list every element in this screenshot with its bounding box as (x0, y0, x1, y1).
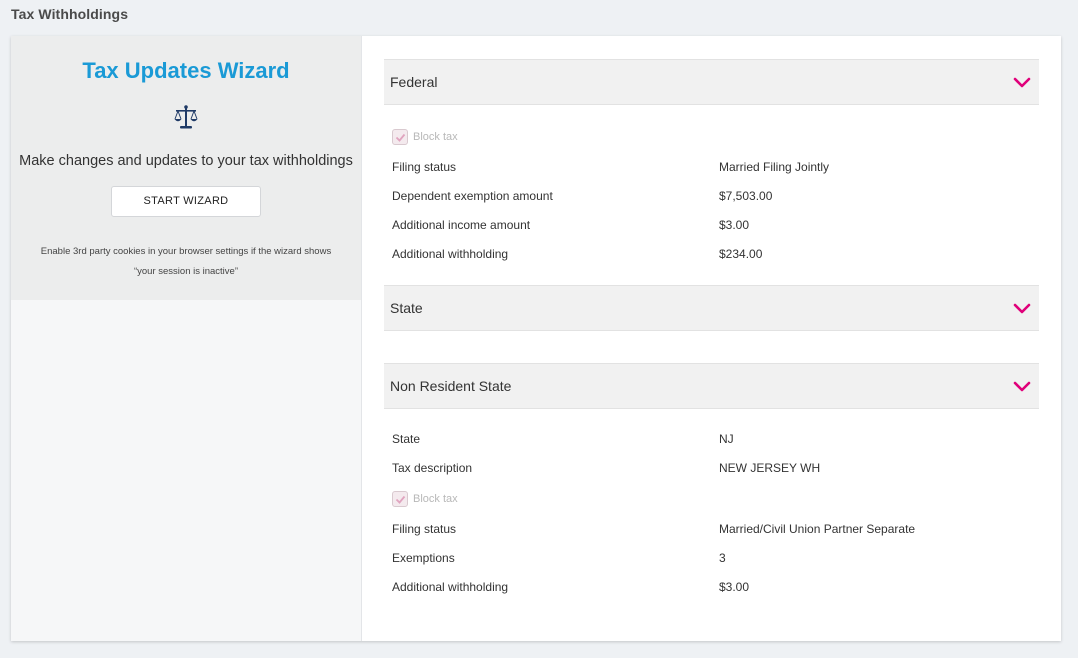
wizard-note-line2: “your session is inactive” (133, 266, 238, 277)
row-label: Dependent exemption amount (392, 189, 553, 203)
wizard-description: Make changes and updates to your tax wit… (19, 153, 353, 169)
check-icon (395, 495, 406, 504)
row-label: Exemptions (392, 551, 455, 565)
row-value: 3 (719, 551, 726, 565)
row-label: Filing status (392, 522, 457, 536)
federal-row: Dependent exemption amount $7,503.00 (392, 186, 1032, 206)
row-label: Additional withholding (392, 247, 509, 261)
federal-row: Additional withholding $234.00 (392, 244, 1032, 264)
row-label: Filing status (392, 160, 457, 174)
check-icon (395, 133, 406, 142)
row-value: $3.00 (719, 218, 750, 232)
non-resident-row: Additional withholding $3.00 (392, 577, 1032, 597)
tax-withholdings-card: Tax Updates Wizard Make changes and upda… (11, 36, 1061, 641)
left-panel: Tax Updates Wizard Make changes and upda… (11, 36, 362, 641)
federal-row: Filing status Married Filing Jointly (392, 157, 1032, 177)
row-label: Additional withholding (392, 580, 509, 594)
non-resident-state-section-title: Non Resident State (390, 378, 512, 394)
wizard-panel: Tax Updates Wizard Make changes and upda… (11, 36, 361, 300)
non-resident-row: Tax description NEW JERSEY WH (392, 458, 1032, 478)
row-value: $234.00 (719, 247, 763, 261)
block-tax-checkbox[interactable] (392, 491, 408, 507)
row-value: $3.00 (719, 580, 750, 594)
non-resident-row: Exemptions 3 (392, 548, 1032, 568)
federal-section-title: Federal (390, 74, 438, 90)
wizard-note-line1: Enable 3rd party cookies in your browser… (40, 246, 332, 257)
row-label: Additional income amount (392, 218, 531, 232)
row-label: State (392, 432, 421, 446)
wizard-title: Tax Updates Wizard (82, 58, 290, 83)
chevron-down-icon[interactable] (1013, 380, 1031, 394)
row-label: Tax description (392, 461, 473, 475)
block-tax-label: Block tax (413, 131, 458, 143)
non-resident-row: Filing status Married/Civil Union Partne… (392, 519, 1032, 539)
non-resident-row: State NJ (392, 429, 1032, 449)
row-value: NJ (719, 432, 734, 446)
federal-row: Additional income amount $3.00 (392, 215, 1032, 235)
row-value: NEW JERSEY WH (719, 461, 821, 475)
block-tax-checkbox[interactable] (392, 129, 408, 145)
page-title: Tax Withholdings (11, 6, 129, 22)
state-section-title: State (390, 300, 423, 316)
non-resident-state-section-header[interactable]: Non Resident State (384, 363, 1039, 409)
row-value: Married/Civil Union Partner Separate (719, 522, 916, 536)
row-value: $7,503.00 (719, 189, 773, 203)
chevron-down-icon[interactable] (1013, 76, 1031, 90)
start-wizard-button[interactable]: START WIZARD (111, 186, 261, 217)
chevron-down-icon[interactable] (1013, 302, 1031, 316)
federal-section-header[interactable]: Federal (384, 59, 1039, 105)
block-tax-label: Block tax (413, 493, 458, 505)
scales-icon (174, 105, 198, 129)
state-section-header[interactable]: State (384, 285, 1039, 331)
wizard-note: Enable 3rd party cookies in your browser… (21, 242, 351, 282)
row-value: Married Filing Jointly (719, 160, 830, 174)
